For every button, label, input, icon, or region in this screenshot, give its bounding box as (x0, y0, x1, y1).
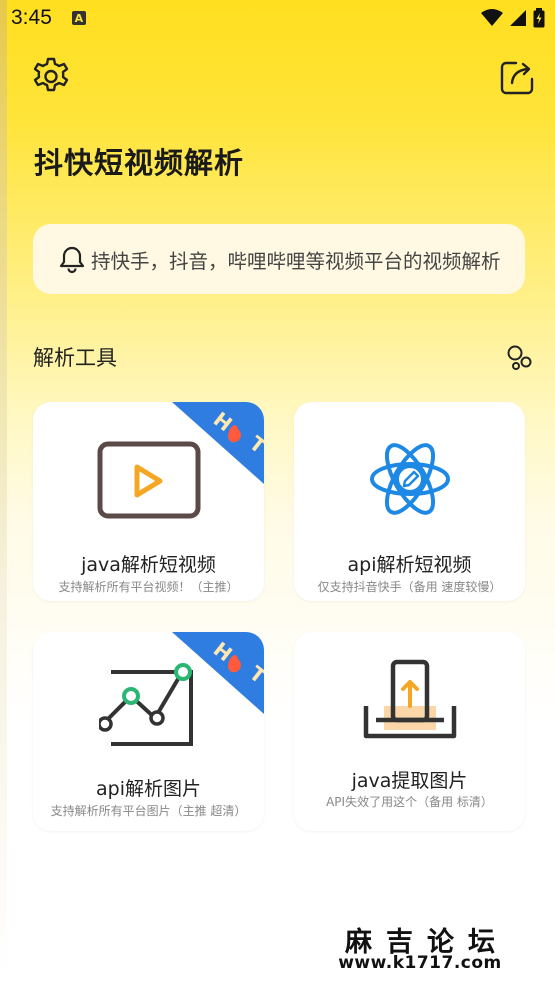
tool-card-api-video[interactable]: api解析短视频 仅支持抖音快手（备用 速度较慢） (294, 402, 525, 601)
hot-badge-icon: H T (172, 402, 264, 484)
site-watermark: 麻吉论坛 www.k1717.com (292, 920, 548, 978)
page-title: 抖快短视频解析 (34, 146, 245, 180)
wifi-icon (481, 9, 503, 26)
card-subtitle: API失效了用这个（备用 标清） (326, 795, 493, 809)
settings-gear-icon[interactable] (31, 56, 71, 96)
status-bar: 3:45 A (7, 0, 555, 36)
status-icons (481, 8, 545, 28)
card-title: java提取图片 (351, 770, 468, 792)
card-subtitle: 支持解析所有平台图片（主推 超清） (50, 804, 247, 818)
tool-card-api-image[interactable]: api解析图片 支持解析所有平台图片（主推 超清） H T (33, 632, 264, 831)
tools-section-header: 解析工具 (33, 340, 533, 374)
card-subtitle: 仅支持抖音快手（备用 速度较慢） (317, 580, 502, 594)
signal-icon (510, 10, 526, 26)
bubbles-icon[interactable] (505, 343, 533, 371)
tool-card-java-video[interactable]: java解析短视频 支持解析所有平台视频！（主推） H T (33, 402, 264, 601)
share-export-icon[interactable] (499, 60, 535, 96)
card-title: java解析短视频 (81, 554, 216, 576)
section-title: 解析工具 (33, 346, 117, 370)
top-toolbar (31, 56, 535, 96)
battery-icon (533, 8, 545, 28)
atom-edit-icon (369, 443, 450, 515)
status-time: 3:45 (11, 6, 52, 29)
card-subtitle: 支持解析所有平台视频！（主推） (58, 580, 239, 594)
card-title: api解析短视频 (347, 554, 472, 576)
card-title: api解析图片 (96, 778, 201, 800)
bell-icon (59, 246, 85, 273)
tool-card-java-image[interactable]: java提取图片 API失效了用这个（备用 标清） (294, 632, 525, 831)
notification-icon: A (71, 11, 86, 25)
notice-bar[interactable]: 持快手，抖音，哔哩哔哩等视频平台的视频解析 (33, 224, 525, 294)
left-edge-strip (0, 0, 7, 982)
upload-tray-icon (363, 659, 456, 739)
hot-badge-icon: H T (172, 632, 264, 714)
watermark-url: www.k1717.com (338, 953, 502, 973)
app-screen: 3:45 A 抖快短视频解析 持快手，抖音，哔哩哔哩等视频平台的视频解析 解析工… (7, 0, 555, 982)
notice-text: 持快手，抖音，哔哩哔哩等视频平台的视频解析 (91, 249, 501, 273)
